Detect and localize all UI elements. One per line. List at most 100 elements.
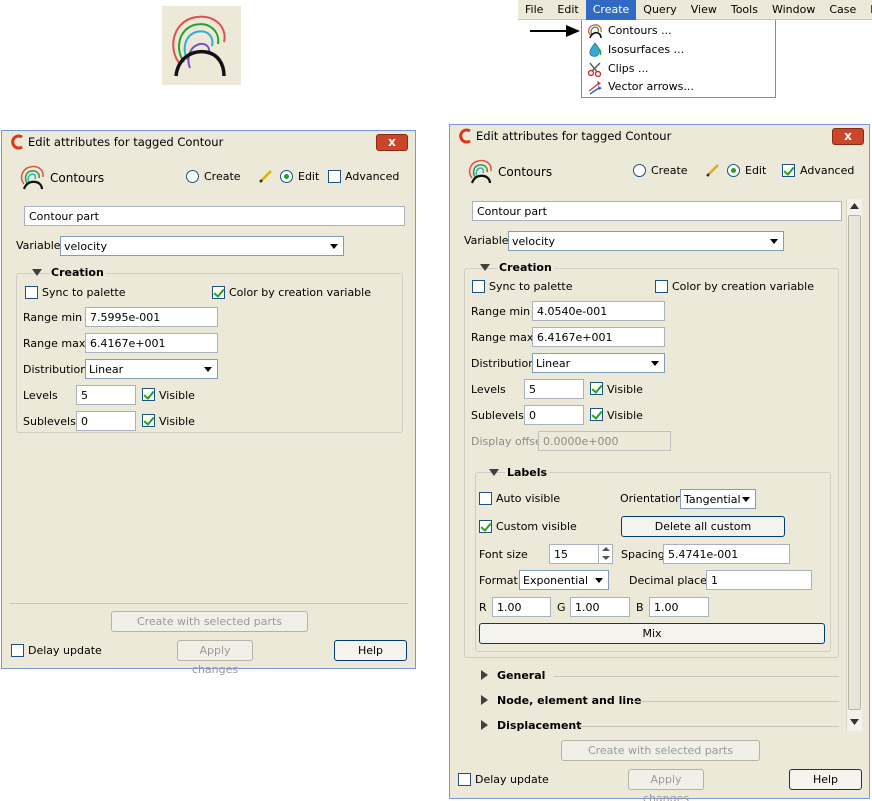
menu-item-vector-arrows[interactable]: Vector arrows... [582,77,775,96]
advanced-checkbox[interactable] [782,164,795,177]
delete-all-custom-button[interactable]: Delete all custom [621,516,785,537]
menu-view[interactable]: View [684,0,724,20]
chevron-down-icon [742,497,750,502]
orientation-select[interactable]: Tangential [680,489,756,509]
menu-case[interactable]: Case [822,0,863,20]
levels-visible-checkbox[interactable] [142,388,155,401]
vertical-scrollbar[interactable] [846,199,862,731]
sublevels-label: Sublevels [471,409,524,422]
levels-visible-checkbox[interactable] [590,382,603,395]
create-with-selected-parts-button[interactable]: Create with selected parts [111,611,308,632]
expand-displacement-icon[interactable] [481,720,488,730]
sublevels-visible-checkbox[interactable] [590,408,603,421]
levels-field[interactable]: 5 [76,385,136,405]
collapse-labels-icon[interactable] [489,469,499,476]
format-select[interactable]: Exponential [519,570,609,590]
close-button[interactable]: x [832,128,864,145]
menu-create[interactable]: Create [585,0,637,20]
help-button[interactable]: Help [334,640,407,661]
menu-item-clips[interactable]: Clips ... [582,59,775,78]
contours-icon [20,165,44,190]
stepper-down-icon[interactable] [602,556,610,560]
menu-file[interactable]: File [518,0,550,20]
variable-select[interactable]: velocity [60,236,344,256]
r-field[interactable]: 1.00 [492,597,551,617]
menu-item-isosurfaces[interactable]: Isosurfaces ... [582,40,775,59]
mode-edit-label: Edit [298,170,320,183]
close-button[interactable]: x [376,134,408,151]
mode-edit-radio[interactable] [727,164,740,177]
part-name-field[interactable]: Contour part [472,201,842,221]
format-value: Exponential [523,574,589,587]
menu-tools[interactable]: Tools [724,0,765,20]
create-with-selected-parts-button[interactable]: Create with selected parts [561,740,760,761]
color-by-variable-checkbox[interactable] [655,280,668,293]
sync-palette-checkbox[interactable] [25,286,38,299]
app-logo-icon [11,134,23,150]
expand-general-icon[interactable] [481,670,488,680]
menu-query[interactable]: Query [636,0,683,20]
stepper-up-icon[interactable] [602,547,610,551]
distribution-select[interactable]: Linear [85,359,218,379]
delay-update-checkbox[interactable] [11,644,24,657]
mode-create-radio[interactable] [633,164,646,177]
range-min-field[interactable]: 7.5995e-001 [85,307,218,327]
sublevels-field[interactable]: 0 [76,411,136,431]
collapse-creation-icon[interactable] [32,269,42,276]
mode-create-radio[interactable] [186,170,199,183]
g-field[interactable]: 1.00 [570,597,630,617]
range-max-field[interactable]: 6.4167e+001 [532,327,665,347]
delay-update-checkbox[interactable] [458,773,471,786]
range-min-field[interactable]: 4.0540e-001 [532,301,665,321]
auto-visible-checkbox[interactable] [479,492,492,505]
section-displacement[interactable]: Displacement [497,719,582,732]
sublevels-label: Sublevels [23,415,76,428]
distribution-value: Linear [536,357,571,370]
collapse-creation-icon[interactable] [480,264,490,271]
apply-changes-button[interactable]: Apply changes [177,640,253,676]
custom-visible-checkbox[interactable] [479,520,492,533]
sublevels-field[interactable]: 0 [524,405,584,425]
orientation-label: Orientation [620,492,683,505]
r-label: R [479,601,487,614]
levels-field[interactable]: 5 [524,379,584,399]
apply-changes-button[interactable]: Apply changes [628,769,704,801]
font-size-label: Font size [479,548,528,561]
chevron-down-icon [595,578,603,583]
menu-edit[interactable]: Edit [550,0,585,20]
advanced-checkbox[interactable] [328,170,341,183]
display-offset-label: Display offset [471,435,547,448]
app-logo-icon [459,128,471,144]
format-label: Format [479,574,518,587]
scroll-down-icon[interactable] [850,719,859,725]
menu-window[interactable]: Window [765,0,822,20]
help-button[interactable]: Help [789,769,862,790]
section-general[interactable]: General [497,669,545,682]
mode-edit-radio[interactable] [280,170,293,183]
expand-node-element-line-icon[interactable] [481,695,488,705]
sublevels-visible-checkbox[interactable] [142,414,155,427]
section-node-element-line[interactable]: Node, element and line [497,694,641,707]
scroll-thumb[interactable] [848,215,861,710]
display-offset-field[interactable]: 0.0000e+000 [538,431,671,451]
font-size-stepper[interactable] [598,545,612,563]
mix-button[interactable]: Mix [479,623,825,644]
menu-item-contours[interactable]: Contours ... [582,21,775,40]
variable-select[interactable]: velocity [508,231,784,251]
part-name-field[interactable]: Contour part [24,206,405,226]
range-max-field[interactable]: 6.4167e+001 [85,333,218,353]
color-by-variable-checkbox[interactable] [212,286,225,299]
title-bar: Edit attributes for tagged Contour x [2,131,415,153]
spacing-label: Spacing [621,548,665,561]
decimal-places-field[interactable]: 1 [706,570,812,590]
menu-help[interactable]: Help [863,0,872,20]
spacing-field[interactable]: 5.4741e-001 [663,544,790,564]
advanced-label: Advanced [345,170,400,183]
sync-palette-checkbox[interactable] [472,280,485,293]
distribution-select[interactable]: Linear [532,353,665,373]
creation-title: Creation [497,261,554,274]
pointer-arrow-icon [530,23,582,42]
font-size-field[interactable]: 15 [549,544,613,564]
scroll-up-icon[interactable] [850,203,859,209]
b-field[interactable]: 1.00 [649,597,709,617]
